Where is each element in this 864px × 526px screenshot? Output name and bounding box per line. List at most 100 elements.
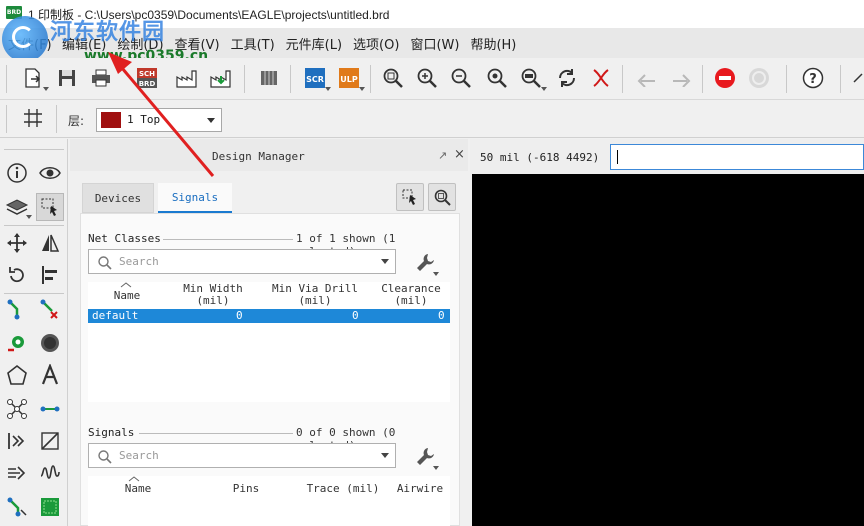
undock-icon[interactable]: ↗ [438, 149, 447, 162]
menu-options[interactable]: 选项(O) [349, 34, 403, 53]
sch-brd-switch-button[interactable]: SCH BRD [134, 65, 160, 91]
run-script-button[interactable]: SCR [302, 65, 331, 91]
text-icon [41, 364, 59, 385]
move-tool[interactable] [3, 229, 31, 257]
command-input[interactable] [610, 144, 864, 170]
zoom-in-icon [417, 68, 437, 88]
ulp-label: ULP [340, 75, 358, 84]
select-tool[interactable] [36, 193, 64, 221]
net-class-min-via-drill: 0 [352, 309, 359, 322]
undo-button[interactable] [634, 65, 660, 91]
via-tool[interactable] [3, 329, 31, 357]
drc-tool[interactable] [36, 493, 64, 521]
meander-tool[interactable] [3, 459, 31, 487]
ratsnest-icon [593, 69, 609, 87]
column-header-name[interactable]: Name [112, 290, 142, 302]
signals-search[interactable]: Search [88, 443, 396, 468]
route-tool[interactable] [3, 295, 31, 323]
redo-icon [673, 74, 691, 87]
manufacturing-button[interactable] [208, 65, 234, 91]
wrench-icon [417, 448, 434, 465]
column-header-trace[interactable]: Trace (mil) [298, 483, 388, 495]
select-in-editor-button[interactable] [396, 183, 424, 211]
arrow-bar-icon [8, 433, 25, 449]
layers-tool[interactable] [3, 193, 32, 221]
menu-window[interactable]: 窗口(W) [406, 34, 463, 53]
net-tool[interactable] [36, 395, 64, 423]
redo-button[interactable] [668, 65, 694, 91]
net-class-clearance: 0 [438, 309, 445, 322]
show-tool[interactable] [36, 159, 64, 187]
grid-icon [24, 109, 42, 127]
table-row[interactable]: default 0 0 0 [88, 309, 450, 323]
save-icon [59, 70, 75, 86]
layer-select[interactable]: 1 Top [96, 108, 222, 132]
signals-settings-button[interactable] [411, 444, 439, 470]
net-classes-search[interactable]: Search [88, 249, 396, 274]
board-canvas[interactable] [472, 174, 864, 526]
go-button[interactable] [746, 65, 772, 91]
net-class-name: default [92, 309, 139, 322]
chevron-down-icon[interactable] [381, 259, 389, 264]
library-button[interactable] [256, 65, 282, 91]
column-header-airwire[interactable]: Airwire [388, 483, 452, 495]
run-ulp-button[interactable]: ULP [336, 65, 365, 91]
attribute-tool[interactable] [3, 427, 31, 455]
net-classes-settings-button[interactable] [411, 250, 439, 276]
wave-tool[interactable] [36, 459, 64, 487]
save-button[interactable] [54, 65, 80, 91]
menu-tools[interactable]: 工具(T) [227, 34, 279, 53]
column-header-min-width[interactable]: Min Width (mil) [168, 283, 258, 307]
grid-button[interactable] [20, 105, 46, 131]
net-icon [40, 406, 60, 412]
sch-label: SCH [139, 70, 155, 78]
column-header-clearance[interactable]: Clearance (mil) [372, 283, 450, 307]
zoom-to-selection-button[interactable] [428, 183, 456, 211]
rotate-tool[interactable] [3, 261, 31, 289]
zoom-redraw-button[interactable] [484, 65, 510, 91]
polygon-tool[interactable] [3, 361, 31, 389]
signals-table: Name Pins Trace (mil) Airwire [88, 476, 450, 526]
menu-help[interactable]: 帮助(H) [466, 34, 520, 53]
chevron-down-icon[interactable] [381, 453, 389, 458]
mirror-tool[interactable] [36, 229, 64, 257]
signals-tab-content: Net Classes 1 of 1 shown (1 selected) Se… [80, 213, 460, 526]
autoroute-icon [7, 497, 27, 517]
main-toolbar: SCH BRD SCR ULP ? [0, 58, 864, 100]
refresh-button[interactable] [554, 65, 580, 91]
net-classes-search-placeholder: Search [119, 255, 159, 268]
select-cursor-icon [402, 189, 416, 205]
net-class-min-width: 0 [236, 309, 243, 322]
info-tool[interactable] [3, 159, 31, 187]
ripup-icon [40, 299, 58, 319]
text-tool[interactable] [36, 361, 64, 389]
zoom-fit-button[interactable] [380, 65, 406, 91]
hole-tool[interactable] [36, 329, 64, 357]
autorouter-tool[interactable] [3, 493, 31, 521]
help-button[interactable]: ? [800, 65, 826, 91]
column-header-signal-name[interactable]: Name [118, 483, 158, 495]
menu-library[interactable]: 元件库(L) [282, 34, 346, 53]
zoom-in-button[interactable] [414, 65, 440, 91]
bus-icon [8, 466, 26, 480]
align-tool[interactable] [36, 261, 64, 289]
column-header-pins[interactable]: Pins [216, 483, 276, 495]
cam-processor-button[interactable] [174, 65, 200, 91]
open-button[interactable] [20, 65, 49, 91]
close-icon[interactable]: × [454, 147, 465, 162]
tab-devices[interactable]: Devices [82, 183, 154, 213]
stop-button[interactable] [712, 65, 738, 91]
zoom-out-button[interactable] [448, 65, 474, 91]
overflow-tool-button[interactable] [850, 65, 864, 91]
select-icon [41, 198, 57, 216]
tab-signals[interactable]: Signals [158, 183, 232, 213]
print-button[interactable] [88, 65, 114, 91]
layer-toolbar: 层: 1 Top [0, 100, 864, 138]
signal-tool[interactable] [3, 395, 31, 423]
zoom-area-button[interactable] [518, 65, 547, 91]
text-caret [617, 150, 618, 164]
line-tool[interactable] [36, 427, 64, 455]
ratsnest-button[interactable] [588, 65, 614, 91]
ripup-tool[interactable] [36, 295, 64, 323]
column-header-min-via-drill[interactable]: Min Via Drill (mil) [260, 283, 370, 307]
